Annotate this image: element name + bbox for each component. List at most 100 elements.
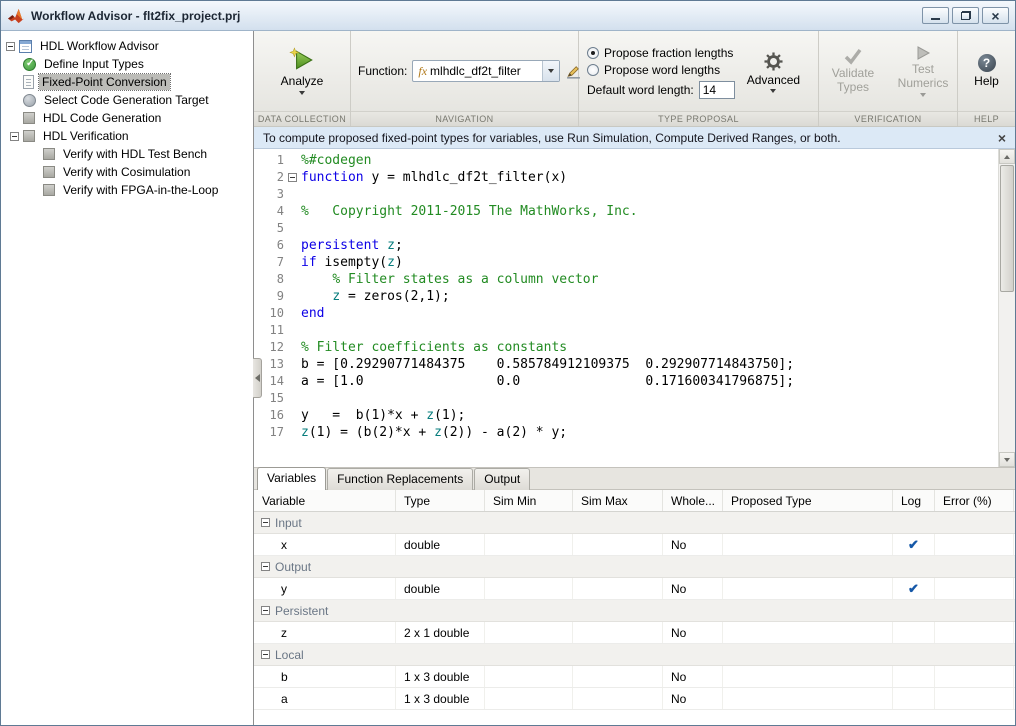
- code-line-17[interactable]: 17z(1) = (b(2)*x + z(2)) - a(2) * y;: [254, 424, 998, 441]
- code-line-2[interactable]: 2function y = mlhdlc_df2t_filter(x): [254, 169, 998, 186]
- log-cell[interactable]: [893, 688, 935, 709]
- tree-expander-icon[interactable]: [10, 132, 19, 141]
- infobar-close-button[interactable]: ×: [998, 131, 1006, 145]
- column-header-type[interactable]: Type: [396, 490, 485, 511]
- code-line-7[interactable]: 7if isempty(z): [254, 254, 998, 271]
- editor-scrollbar[interactable]: [998, 149, 1015, 467]
- column-header-proposed-type[interactable]: Proposed Type: [723, 490, 893, 511]
- tree-item-select-code-generation-target[interactable]: Select Code Generation Target: [1, 91, 253, 109]
- code-line-16[interactable]: 16y = b(1)*x + z(1);: [254, 407, 998, 424]
- tree-item-verify-with-hdl-test-bench[interactable]: Verify with HDL Test Bench: [1, 145, 253, 163]
- code-line-10[interactable]: 10end: [254, 305, 998, 322]
- minimize-icon: [931, 18, 940, 20]
- column-header-log[interactable]: Log: [893, 490, 935, 511]
- table-row-a[interactable]: a1 x 3 doubleNo: [254, 688, 1015, 710]
- function-dropdown[interactable]: fx mlhdlc_df2t_filter: [412, 60, 560, 82]
- scrollbar-thumb[interactable]: [1000, 165, 1014, 292]
- code-line-12[interactable]: 12% Filter coefficients as constants: [254, 339, 998, 356]
- scrollbar-down-arrow[interactable]: [999, 452, 1015, 467]
- tree-expander-icon[interactable]: [6, 42, 15, 51]
- infobar: To compute proposed fixed-point types fo…: [254, 127, 1015, 149]
- code-text: % Filter states as a column vector: [301, 271, 598, 288]
- collapse-group-icon[interactable]: [261, 518, 270, 527]
- group-row-persistent[interactable]: Persistent: [254, 600, 1015, 622]
- column-header-sim-max[interactable]: Sim Max: [573, 490, 663, 511]
- toolbar-section-verification: Validate Types Test Numerics VERIFICATIO…: [819, 31, 958, 126]
- group-row-output[interactable]: Output: [254, 556, 1015, 578]
- code-line-13[interactable]: 13b = [0.29290771484375 0.58578491210937…: [254, 356, 998, 373]
- section-label-data-collection: DATA COLLECTION: [254, 111, 350, 126]
- variable-cell: y: [254, 578, 396, 599]
- tree-item-hdl-code-generation[interactable]: HDL Code Generation: [1, 109, 253, 127]
- group-row-local[interactable]: Local: [254, 644, 1015, 666]
- code-text: if isempty(z): [301, 254, 403, 271]
- tree-item-define-input-types[interactable]: Define Input Types: [1, 55, 253, 73]
- close-button[interactable]: ×: [982, 7, 1009, 24]
- table-row-b[interactable]: b1 x 3 doubleNo: [254, 666, 1015, 688]
- code-line-1[interactable]: 1%#codegen: [254, 152, 998, 169]
- tab-output[interactable]: Output: [474, 468, 530, 490]
- tree-item-verify-with-cosimulation[interactable]: Verify with Cosimulation: [1, 163, 253, 181]
- tab-bar: VariablesFunction ReplacementsOutput: [254, 467, 1015, 490]
- fold-spacer: [284, 203, 301, 220]
- scrollbar-up-arrow[interactable]: [999, 149, 1015, 164]
- advanced-dropdown-caret-icon: [770, 89, 776, 93]
- code-text: a = [1.0 0.0 0.171600341796875];: [301, 373, 794, 390]
- collapse-group-icon[interactable]: [261, 650, 270, 659]
- column-header-whole[interactable]: Whole...: [663, 490, 723, 511]
- tab-variables[interactable]: Variables: [257, 467, 326, 490]
- validate-types-label: Validate Types: [821, 67, 885, 95]
- fold-spacer: [284, 390, 301, 407]
- code-line-6[interactable]: 6persistent z;: [254, 237, 998, 254]
- code-lines[interactable]: 1%#codegen2function y = mlhdlc_df2t_filt…: [254, 149, 998, 467]
- tree-item-hdl-workflow-advisor[interactable]: HDL Workflow Advisor: [1, 37, 253, 55]
- column-header-error[interactable]: Error (%): [935, 490, 1014, 511]
- code-line-8[interactable]: 8 % Filter states as a column vector: [254, 271, 998, 288]
- analyze-button[interactable]: Analyze: [271, 44, 334, 98]
- tab-function-replacements[interactable]: Function Replacements: [327, 468, 473, 490]
- table-row-z[interactable]: z2 x 1 doubleNo: [254, 622, 1015, 644]
- log-cell[interactable]: [893, 666, 935, 687]
- toolbar-section-data-collection: Analyze DATA COLLECTION: [254, 31, 351, 126]
- tree-item-fixed-point-conversion[interactable]: Fixed-Point Conversion: [1, 73, 253, 91]
- minimize-button[interactable]: [922, 7, 949, 24]
- default-word-length-input[interactable]: [699, 81, 735, 99]
- sim-min-cell: [485, 578, 573, 599]
- toolbar-section-navigation: Function: fx mlhdlc_df2t_filter: [351, 31, 579, 126]
- sidebar-collapse-handle[interactable]: [253, 358, 262, 398]
- restore-button[interactable]: [952, 7, 979, 24]
- log-cell[interactable]: [893, 622, 935, 643]
- advanced-button[interactable]: Advanced: [747, 36, 800, 108]
- test-numerics-button[interactable]: Test Numerics: [891, 45, 955, 97]
- collapse-group-icon[interactable]: [261, 606, 270, 615]
- log-cell[interactable]: ✔: [893, 534, 935, 555]
- table-row-x[interactable]: xdoubleNo✔: [254, 534, 1015, 556]
- code-text: %#codegen: [301, 152, 371, 169]
- help-button[interactable]: ? Help: [974, 54, 999, 88]
- code-line-15[interactable]: 15: [254, 390, 998, 407]
- code-line-9[interactable]: 9 z = zeros(2,1);: [254, 288, 998, 305]
- code-fold-icon[interactable]: [284, 169, 301, 186]
- validate-types-button[interactable]: Validate Types: [821, 47, 885, 95]
- tree-item-verify-with-fpga-in-the-loop[interactable]: Verify with FPGA-in-the-Loop: [1, 181, 253, 199]
- scrollbar-track[interactable]: [999, 164, 1015, 452]
- table-row-y[interactable]: ydoubleNo✔: [254, 578, 1015, 600]
- code-line-11[interactable]: 11: [254, 322, 998, 339]
- code-line-5[interactable]: 5: [254, 220, 998, 237]
- code-line-3[interactable]: 3: [254, 186, 998, 203]
- column-header-variable[interactable]: Variable: [254, 490, 396, 511]
- type-cell: 2 x 1 double: [396, 622, 485, 643]
- log-cell[interactable]: ✔: [893, 578, 935, 599]
- variable-cell: b: [254, 666, 396, 687]
- tree-item-hdl-verification[interactable]: HDL Verification: [1, 127, 253, 145]
- group-row-input[interactable]: Input: [254, 512, 1015, 534]
- code-line-4[interactable]: 4% Copyright 2011-2015 The MathWorks, In…: [254, 203, 998, 220]
- column-header-sim-min[interactable]: Sim Min: [485, 490, 573, 511]
- line-number: 6: [254, 237, 284, 254]
- propose-fraction-lengths-radio[interactable]: Propose fraction lengths: [587, 46, 735, 60]
- collapse-group-icon[interactable]: [261, 562, 270, 571]
- code-line-14[interactable]: 14a = [1.0 0.0 0.171600341796875];: [254, 373, 998, 390]
- type-cell: double: [396, 534, 485, 555]
- propose-word-lengths-radio[interactable]: Propose word lengths: [587, 63, 735, 77]
- whole-number-cell: No: [663, 688, 723, 709]
